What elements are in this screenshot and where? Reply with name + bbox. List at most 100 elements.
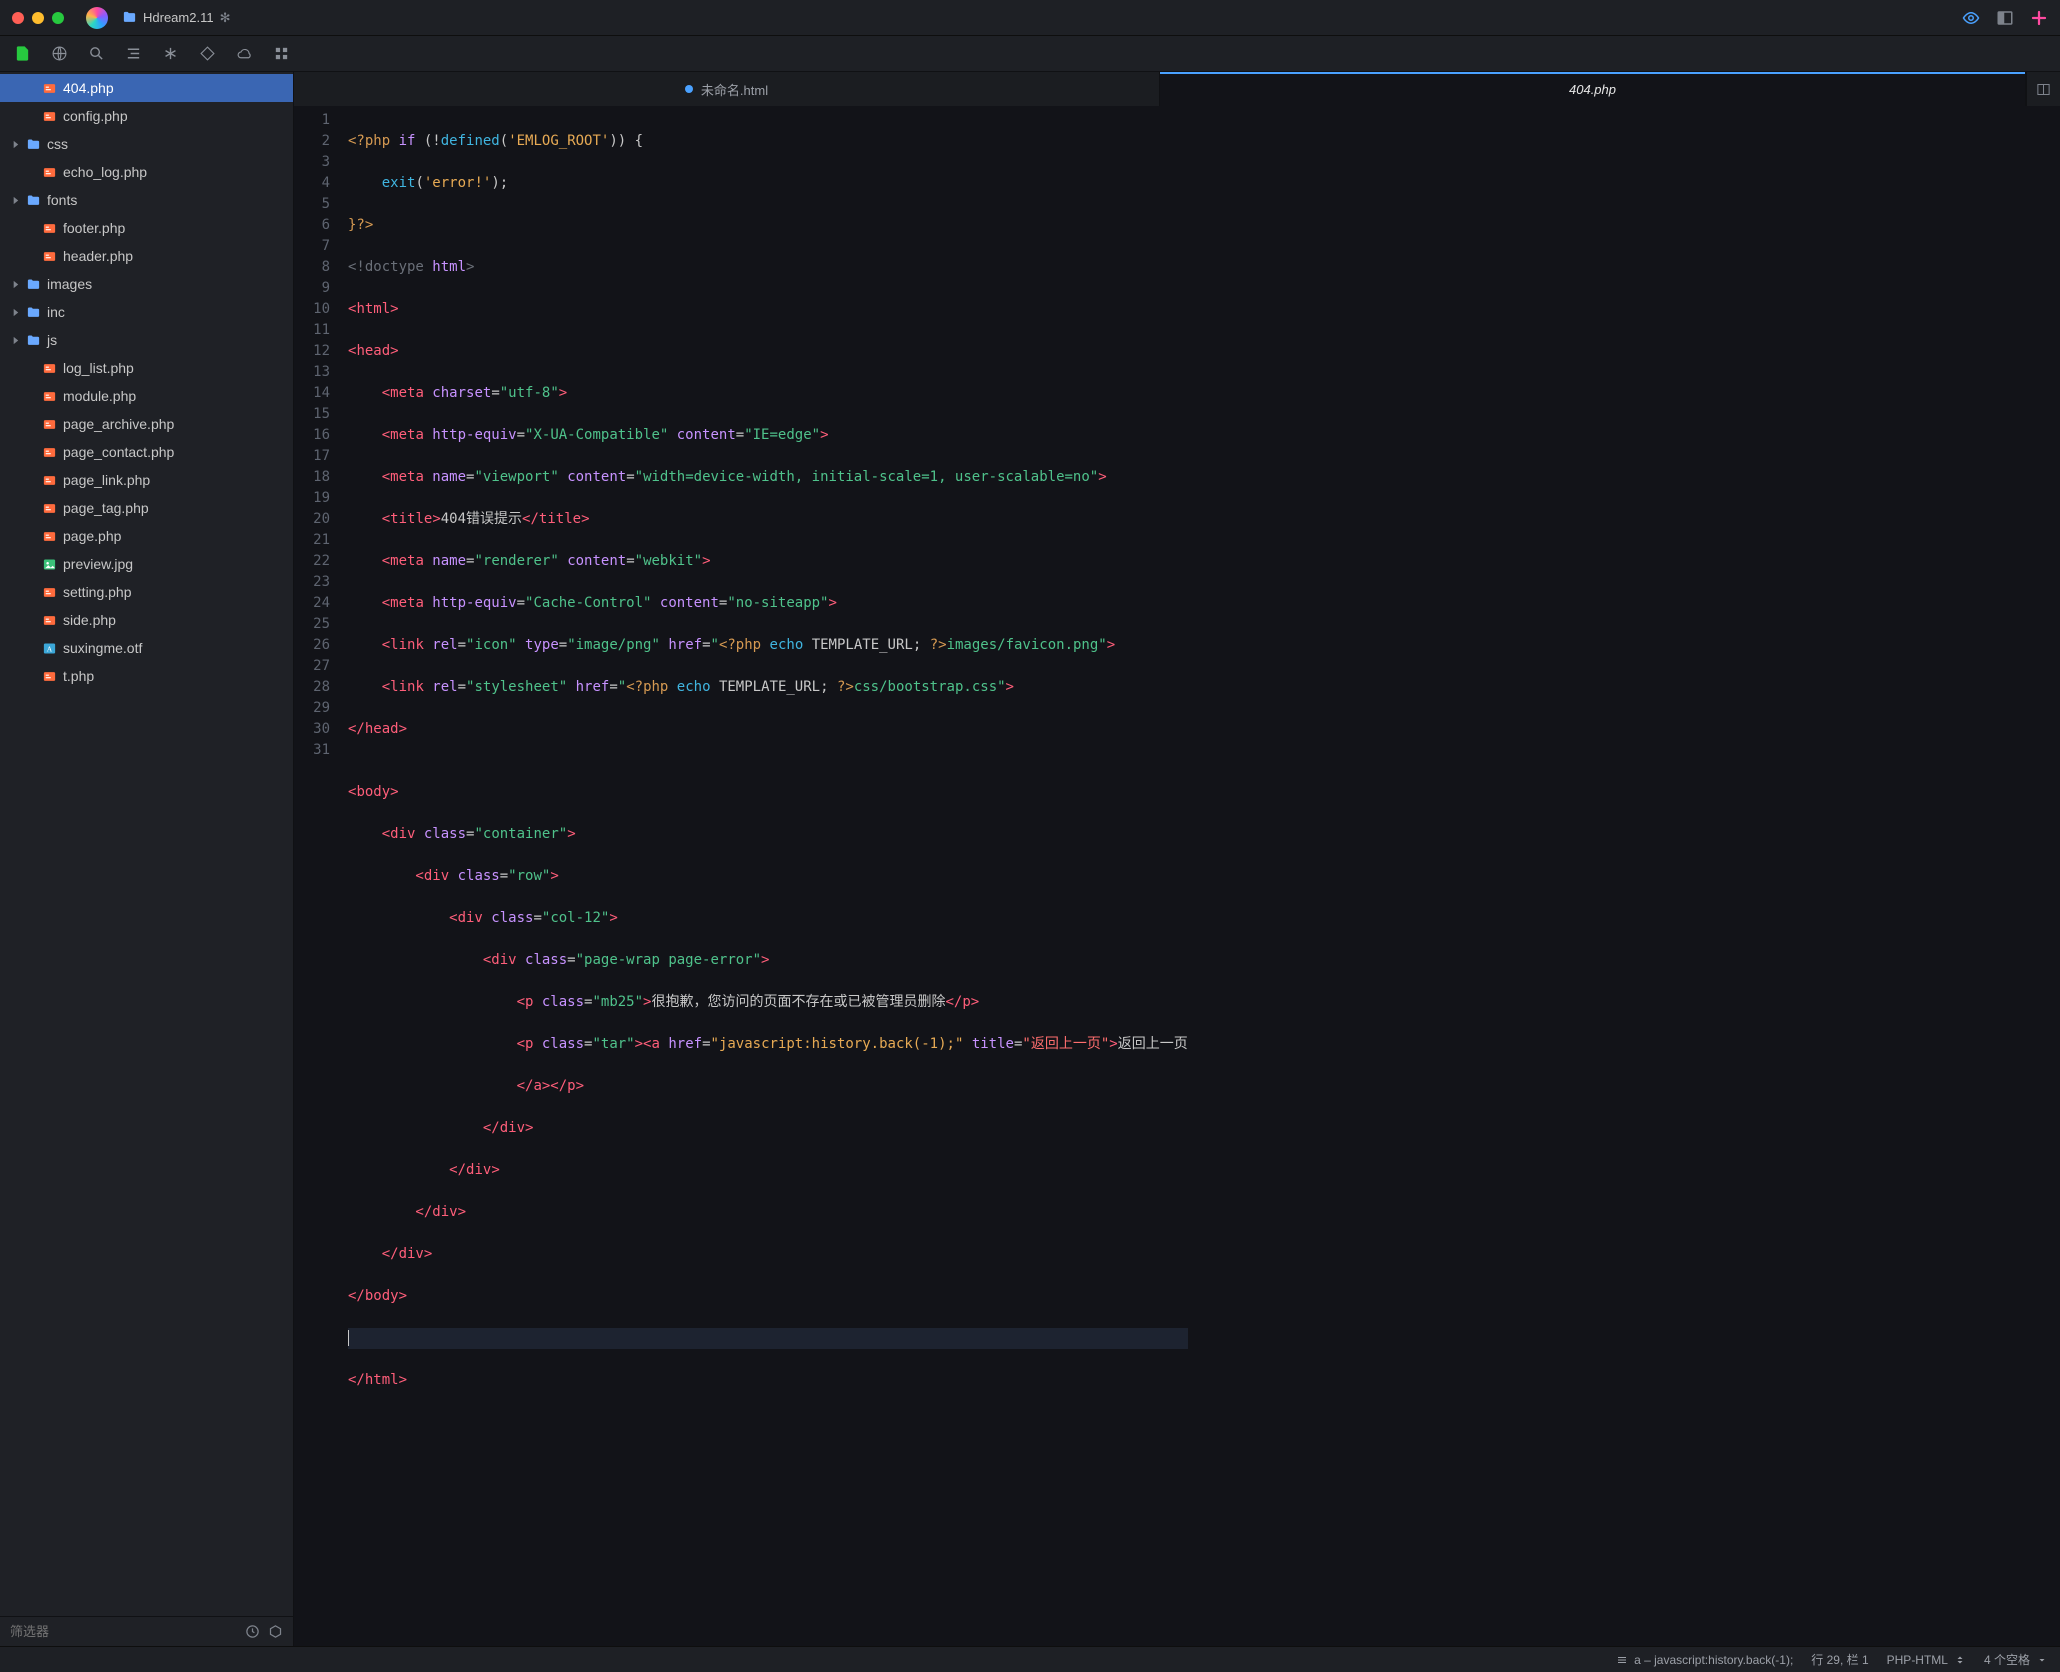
- file-tree-item[interactable]: echo_log.php: [0, 158, 293, 186]
- file-tree[interactable]: 404.phpconfig.phpcssecho_log.phpfonts foo…: [0, 72, 293, 1616]
- code-content[interactable]: <?php if (!defined('EMLOG_ROOT')) { exit…: [340, 106, 1196, 1646]
- language-label: PHP-HTML: [1887, 1653, 1948, 1667]
- file-tree-item[interactable]: preview.jpg: [0, 550, 293, 578]
- project-title[interactable]: Hdream2.11 ✻: [122, 10, 230, 26]
- file-tree-item-label: page_archive.php: [63, 416, 174, 432]
- file-tree-item[interactable]: module.php: [0, 382, 293, 410]
- chevron-right-icon[interactable]: [10, 140, 20, 149]
- updown-icon: [1954, 1654, 1966, 1666]
- chevron-right-icon[interactable]: [10, 336, 20, 345]
- file-tree-item[interactable]: fonts: [0, 186, 293, 214]
- file-tree-item[interactable]: js: [0, 326, 293, 354]
- line-number: 30: [298, 719, 330, 740]
- toolbar-asterisk-button[interactable]: [162, 45, 179, 62]
- line-number: 12: [298, 341, 330, 362]
- php-file-icon: [42, 417, 57, 432]
- chevron-right-icon[interactable]: [10, 308, 20, 317]
- line-number: 18: [298, 467, 330, 488]
- line-number: 11: [298, 320, 330, 341]
- chevron-right-icon[interactable]: [10, 280, 20, 289]
- file-tree-item-label: t.php: [63, 668, 94, 684]
- file-tree-item[interactable]: t.php: [0, 662, 293, 690]
- file-tree-item[interactable]: page_archive.php: [0, 410, 293, 438]
- status-indent[interactable]: 4 个空格: [1984, 1651, 2048, 1668]
- line-number: 15: [298, 404, 330, 425]
- window-close-button[interactable]: [12, 12, 24, 24]
- filter-input[interactable]: [10, 1624, 237, 1639]
- file-tree-item[interactable]: page.php: [0, 522, 293, 550]
- plus-sparkle-icon[interactable]: [2030, 9, 2048, 27]
- toolbar-grid-button[interactable]: [273, 45, 290, 62]
- file-tree-item[interactable]: log_list.php: [0, 354, 293, 382]
- php-file-icon: [42, 165, 57, 180]
- file-tree-item[interactable]: css: [0, 130, 293, 158]
- list-icon: [1616, 1654, 1628, 1666]
- status-language[interactable]: PHP-HTML: [1887, 1653, 1966, 1667]
- sidebar-filter-bar: [0, 1616, 293, 1646]
- file-tree-item-label: preview.jpg: [63, 556, 133, 572]
- status-cursor-position[interactable]: 行 29, 栏 1: [1811, 1651, 1868, 1668]
- toolbar-indent-button[interactable]: [125, 45, 142, 62]
- file-tree-item[interactable]: 404.php: [0, 74, 293, 102]
- toolbar-diamond-button[interactable]: [199, 45, 216, 62]
- line-number: 6: [298, 215, 330, 236]
- toolbar-search-button[interactable]: [88, 45, 105, 62]
- toolbar-cloud-button[interactable]: [236, 45, 253, 62]
- modified-dot-icon: [685, 85, 693, 93]
- file-tree-item-label: page.php: [63, 528, 121, 544]
- php-file-icon: [42, 81, 57, 96]
- file-tree-item[interactable]: header.php: [0, 242, 293, 270]
- file-tree-item[interactable]: inc: [0, 298, 293, 326]
- line-number: 22: [298, 551, 330, 572]
- line-number: 10: [298, 299, 330, 320]
- breadcrumb-label: a – javascript:history.back(-1);: [1634, 1653, 1793, 1667]
- hexagon-icon[interactable]: [268, 1624, 283, 1639]
- php-file-icon: [42, 473, 57, 488]
- chevron-right-icon[interactable]: [10, 196, 20, 205]
- file-tree-item-label: header.php: [63, 248, 133, 264]
- file-tree-item[interactable]: side.php: [0, 606, 293, 634]
- window-minimize-button[interactable]: [32, 12, 44, 24]
- code-editor[interactable]: 1234567891011121314151617181920212223242…: [294, 106, 2060, 1646]
- folder-file-icon: [26, 193, 41, 208]
- toolbar-globe-button[interactable]: [51, 45, 68, 62]
- status-breadcrumb[interactable]: a – javascript:history.back(-1);: [1616, 1653, 1793, 1667]
- eye-icon[interactable]: [1962, 9, 1980, 27]
- clock-icon[interactable]: [245, 1624, 260, 1639]
- php-file-icon: [42, 613, 57, 628]
- line-number: 5: [298, 194, 330, 215]
- file-tree-item-label: module.php: [63, 388, 136, 404]
- sidebar: 404.phpconfig.phpcssecho_log.phpfonts foo…: [0, 72, 294, 1646]
- modified-indicator: ✻: [220, 10, 231, 26]
- php-file-icon: [42, 501, 57, 516]
- tab-404-php[interactable]: 404.php: [1160, 72, 2026, 106]
- line-number: 21: [298, 530, 330, 551]
- titlebar: Hdream2.11 ✻: [0, 0, 2060, 36]
- file-tree-item[interactable]: setting.php: [0, 578, 293, 606]
- file-tree-item-label: fonts: [47, 192, 77, 208]
- cursor-position-label: 行 29, 栏 1: [1811, 1651, 1868, 1668]
- tab-unnamed[interactable]: 未命名.html: [294, 72, 1160, 106]
- file-tree-item-label: page_contact.php: [63, 444, 174, 460]
- file-tree-item[interactable]: page_link.php: [0, 466, 293, 494]
- tabbar: 未命名.html 404.php: [294, 72, 2060, 106]
- file-tree-item[interactable]: config.php: [0, 102, 293, 130]
- panel-icon[interactable]: [1996, 9, 2014, 27]
- indent-label: 4 个空格: [1984, 1651, 2030, 1668]
- tab-label: 未命名.html: [701, 80, 768, 99]
- php-file-icon: [42, 249, 57, 264]
- line-number: 8: [298, 257, 330, 278]
- line-number: 20: [298, 509, 330, 530]
- split-editor-button[interactable]: [2026, 72, 2060, 106]
- toolbar-file-button[interactable]: [14, 45, 31, 62]
- php-file-icon: [42, 529, 57, 544]
- file-tree-item[interactable]: footer.php: [0, 214, 293, 242]
- file-tree-item[interactable]: page_contact.php: [0, 438, 293, 466]
- window-zoom-button[interactable]: [52, 12, 64, 24]
- file-tree-item[interactable]: images: [0, 270, 293, 298]
- chevron-down-icon: [2036, 1654, 2048, 1666]
- line-number: 29: [298, 698, 330, 719]
- file-tree-item[interactable]: Asuxingme.otf: [0, 634, 293, 662]
- php-file-icon: [42, 221, 57, 236]
- file-tree-item[interactable]: page_tag.php: [0, 494, 293, 522]
